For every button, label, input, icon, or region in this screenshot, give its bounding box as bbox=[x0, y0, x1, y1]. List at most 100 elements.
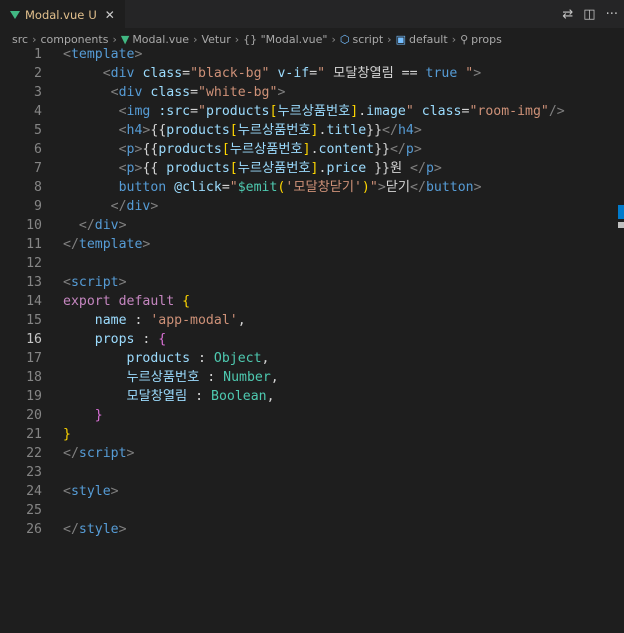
breadcrumb-script[interactable]: script bbox=[353, 33, 384, 46]
code-token: content bbox=[318, 142, 375, 157]
code-token: template bbox=[70, 47, 135, 62]
code-line[interactable]: 9 </div> bbox=[0, 197, 624, 216]
code-token: , bbox=[266, 389, 275, 404]
more-actions-icon[interactable]: ··· bbox=[606, 7, 618, 22]
line-number: 11 bbox=[26, 237, 42, 252]
breadcrumb-src[interactable]: src bbox=[12, 33, 28, 46]
code-line[interactable]: 3 <div class="white-bg"> bbox=[0, 83, 624, 102]
code-line[interactable]: 1 <template> bbox=[0, 45, 624, 64]
line-number: 7 bbox=[34, 161, 42, 176]
code-line[interactable]: 16 props : { bbox=[0, 330, 624, 349]
breadcrumb-vetur[interactable]: Vetur bbox=[201, 33, 230, 46]
code-line[interactable]: 10 </div> bbox=[0, 216, 624, 235]
code-token: " bbox=[229, 180, 238, 195]
line-code: <script> bbox=[63, 273, 624, 292]
code-token: > bbox=[118, 522, 127, 537]
line-code: button @click="$emit('모달창닫기')">닫기</butto… bbox=[63, 178, 624, 197]
code-line[interactable]: 5 <h4>{{products[누르상품번호].title}}</h4> bbox=[0, 121, 624, 140]
code-line[interactable]: 19 모달창열림 : Boolean, bbox=[0, 387, 624, 406]
code-token: :src bbox=[158, 104, 191, 119]
line-number: 25 bbox=[26, 503, 42, 518]
line-number: 3 bbox=[34, 85, 42, 100]
code-token: }}원 bbox=[366, 161, 411, 176]
code-token: Number bbox=[223, 370, 271, 385]
code-token: '모달창닫기' bbox=[285, 180, 362, 195]
code-token: button bbox=[425, 180, 474, 195]
code-line[interactable]: 14 export default { bbox=[0, 292, 624, 311]
breadcrumb-module[interactable]: {} "Modal.vue" bbox=[243, 33, 327, 46]
code-token: $emit bbox=[237, 180, 278, 195]
code-token: ] bbox=[310, 123, 319, 138]
open-changes-icon[interactable]: ⇄ bbox=[562, 7, 573, 22]
code-editor[interactable]: 1 <template> 2 <div class="black-bg" v-if=… bbox=[0, 45, 624, 633]
code-line[interactable]: 12 bbox=[0, 254, 624, 273]
code-line[interactable]: 18 누르상품번호 : Number, bbox=[0, 368, 624, 387]
line-code: export default { bbox=[63, 292, 624, 311]
line-number: 16 bbox=[26, 332, 42, 347]
code-line[interactable]: 11 </template> bbox=[0, 235, 624, 254]
code-token: template bbox=[78, 237, 143, 252]
code-line[interactable]: 15 name : 'app-modal', bbox=[0, 311, 624, 330]
code-line[interactable]: 8 button @click="$emit('모달창닫기')">닫기</but… bbox=[0, 178, 624, 197]
code-token: . bbox=[358, 104, 367, 119]
code-token: > bbox=[110, 484, 119, 499]
code-token: > bbox=[118, 275, 127, 290]
code-token: 'app-modal' bbox=[150, 313, 238, 328]
code-line[interactable]: 4 <img :src="products[누르상품번호].image" cla… bbox=[0, 102, 624, 121]
line-number: 1 bbox=[34, 47, 42, 62]
code-token: Object bbox=[213, 351, 262, 366]
code-token: "black-bg" bbox=[190, 66, 270, 81]
breadcrumb-components[interactable]: components bbox=[40, 33, 108, 46]
vue-icon: ▼ bbox=[120, 32, 130, 46]
tab-modal-vue[interactable]: Modal.vue U ✕ bbox=[0, 0, 125, 28]
code-line[interactable]: 21} bbox=[0, 425, 624, 444]
code-line[interactable]: 7 <p>{{ products[누르상품번호].price }}원 </p> bbox=[0, 159, 624, 178]
code-token: div bbox=[126, 199, 151, 214]
code-token: > bbox=[142, 237, 151, 252]
code-line[interactable]: 22 </script> bbox=[0, 444, 624, 463]
close-icon[interactable]: ✕ bbox=[105, 8, 115, 22]
code-token: 누르상품번호 bbox=[229, 142, 303, 157]
line-code: <p>{{ products[누르상품번호].price }}원 </p> bbox=[63, 159, 624, 178]
code-token: true bbox=[425, 66, 458, 81]
code-line[interactable]: 13 <script> bbox=[0, 273, 624, 292]
code-token: name bbox=[94, 313, 127, 328]
code-line[interactable]: 6 <p>{{products[누르상품번호].content}}</p> bbox=[0, 140, 624, 159]
code-token: @click bbox=[174, 180, 222, 195]
code-line[interactable]: 23 bbox=[0, 463, 624, 482]
breadcrumb-props[interactable]: props bbox=[471, 33, 502, 46]
breadcrumb-file[interactable]: Modal.vue bbox=[132, 33, 189, 46]
editor-actions: ⇄ ◫ ··· bbox=[562, 0, 618, 28]
code-line[interactable]: 26 </style> bbox=[0, 520, 624, 539]
code-line[interactable]: 2 <div class="black-bg" v-if=" 모달창열림 == … bbox=[0, 64, 624, 83]
code-token: price bbox=[326, 161, 367, 176]
code-token: : bbox=[134, 332, 159, 347]
code-token: image bbox=[366, 104, 406, 119]
line-number: 20 bbox=[26, 408, 42, 423]
code-token: Boolean bbox=[211, 389, 267, 404]
code-token: export bbox=[63, 294, 111, 309]
code-line[interactable]: 25 bbox=[0, 501, 624, 520]
line-number: 4 bbox=[34, 104, 42, 119]
code-token: > bbox=[377, 180, 386, 195]
code-token: < bbox=[118, 142, 127, 157]
code-line[interactable]: 24 <style> bbox=[0, 482, 624, 501]
code-line[interactable]: 17 products : Object, bbox=[0, 349, 624, 368]
code-token: < bbox=[102, 66, 111, 81]
code-token: 모달창열림 bbox=[126, 389, 188, 404]
breadcrumb-default[interactable]: default bbox=[409, 33, 448, 46]
code-line[interactable]: 20 } bbox=[0, 406, 624, 425]
code-token: }} bbox=[366, 123, 383, 138]
split-editor-icon[interactable]: ◫ bbox=[583, 7, 595, 22]
code-token: </ bbox=[410, 161, 426, 176]
code-token: > bbox=[134, 47, 143, 62]
code-token: 모달창열림 bbox=[325, 66, 402, 81]
line-number: 22 bbox=[26, 446, 42, 461]
code-token: img bbox=[126, 104, 151, 119]
